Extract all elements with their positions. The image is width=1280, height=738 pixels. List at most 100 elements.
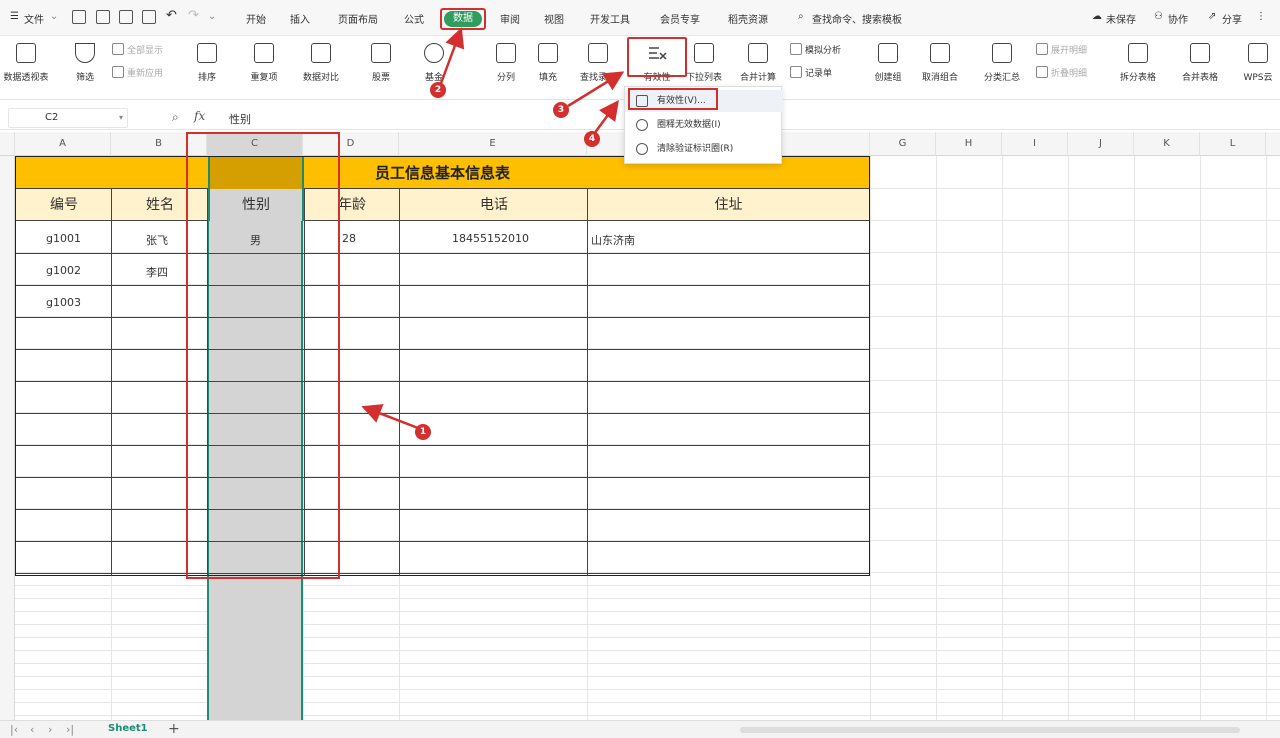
ungroup-button[interactable]: 取消组合 [914,40,966,83]
header-cell-phone[interactable]: 电话 [400,189,588,221]
preview-icon[interactable] [142,10,156,24]
pivot-table-button[interactable]: 数据透视表 [0,40,52,83]
next-sheet-icon[interactable]: › [48,723,52,736]
column-header-g[interactable]: G [870,132,936,156]
print-icon[interactable] [119,10,133,24]
table-cell[interactable]: 李四 [146,264,168,280]
unsaved-status[interactable]: 未保存 [1106,11,1136,26]
tab-member[interactable]: 会员专享 [660,11,700,26]
export-icon[interactable] [96,10,110,24]
undo-icon[interactable]: ↶ [166,8,177,23]
consolidate-button[interactable]: 合并计算 [736,40,780,83]
chevron-down-icon[interactable]: ⌄ [50,11,58,22]
file-menu[interactable]: 文件 [24,11,44,26]
tab-home[interactable]: 开始 [246,11,266,26]
stock-button[interactable]: 股票 [366,40,396,83]
wps-cloud-button[interactable]: WPS云 [1238,40,1278,83]
fx-icon[interactable]: fx [194,109,205,123]
duplicates-button[interactable]: 重复项 [244,40,284,83]
tab-view[interactable]: 视图 [544,11,564,26]
filter-button[interactable]: 筛选 [70,40,100,83]
reapply-button[interactable]: 重新应用 [112,66,163,79]
sheet-tab-sheet1[interactable]: Sheet1 [108,723,148,734]
header-cell-address[interactable]: 住址 [588,189,869,221]
clear-circle-icon [636,143,648,155]
tab-data[interactable]: 数据 [444,11,482,27]
cloud-icon: ☁ [1092,11,1102,22]
prev-sheet-icon[interactable]: ‹ [30,723,34,736]
search-icon[interactable]: ⌕ [798,11,804,22]
record-form-button[interactable]: 记录单 [790,66,832,79]
tab-formulas[interactable]: 公式 [404,11,424,26]
last-sheet-icon[interactable]: ›| [66,723,74,736]
quick-access-chevron-icon[interactable]: ⌄ [208,11,216,22]
step-badge-4: 4 [584,131,600,147]
menu-item-circle-invalid[interactable]: 圈释无效数据(I) [625,114,783,136]
create-group-button[interactable]: 创建组 [868,40,908,83]
table-cell[interactable]: g1002 [46,264,81,277]
table-cell[interactable]: 28 [342,232,356,245]
menu-bar: ☰ 文件 ⌄ ↶ ↷ ⌄ 开始 插入 页面布局 公式 数据 审阅 视图 开发工具… [0,0,1280,36]
expand-detail-button[interactable]: 展开明细 [1036,43,1087,56]
fill-button[interactable]: 填充 [532,40,564,83]
select-all-corner[interactable] [0,132,15,156]
tab-page-layout[interactable]: 页面布局 [338,11,378,26]
table-cell[interactable]: g1003 [46,296,81,309]
simulate-button[interactable]: 模拟分析 [790,43,841,56]
wps-cloud-icon [1248,43,1268,63]
column-header-e[interactable]: E [399,132,587,156]
table-cell[interactable]: g1001 [46,232,81,245]
column-header-i[interactable]: I [1002,132,1068,156]
more-icon[interactable]: ⋮ [1256,11,1266,22]
column-header-j[interactable]: J [1068,132,1134,156]
collapse-detail-button[interactable]: 折叠明细 [1036,66,1087,79]
compare-button[interactable]: 数据对比 [294,40,348,83]
zoom-icon[interactable]: ⌕ [172,110,179,125]
tab-docer[interactable]: 稻壳资源 [728,11,768,26]
horizontal-scrollbar[interactable] [740,727,1240,733]
collab-button[interactable]: 协作 [1168,11,1188,26]
sort-button[interactable]: 排序 [192,40,222,83]
save-icon[interactable] [72,10,86,24]
redo-icon[interactable]: ↷ [188,8,199,23]
step-badge-3: 3 [553,102,569,118]
split-table-button[interactable]: 拆分表格 [1112,40,1164,83]
chevron-down-icon[interactable]: ▾ [119,109,123,127]
add-sheet-button[interactable]: + [168,721,180,737]
filter-icon [75,43,95,63]
first-sheet-icon[interactable]: |‹ [10,723,18,736]
menu-item-clear-circles[interactable]: 清除验证标识圈(R) [625,138,783,160]
split-column-icon [496,43,516,63]
row-header-strip [0,156,15,720]
lookup-entry-icon [588,43,608,63]
hamburger-icon[interactable]: ☰ [10,11,19,22]
tab-developer[interactable]: 开发工具 [590,11,630,26]
column-header-k[interactable]: K [1134,132,1200,156]
header-cell-id[interactable]: 编号 [16,189,112,221]
name-box[interactable]: C2 ▾ [8,108,128,128]
subtotal-button[interactable]: 分类汇总 [976,40,1028,83]
fund-button[interactable]: 基金 [418,40,450,83]
table-cell[interactable]: 山东济南 [591,232,635,248]
share-button[interactable]: 分享 [1222,11,1242,26]
show-all-button[interactable]: 全部显示 [112,43,163,56]
table-cell[interactable]: 张飞 [146,232,168,248]
merge-table-button[interactable]: 合并表格 [1174,40,1226,83]
step-badge-2: 2 [430,82,446,98]
tab-insert[interactable]: 插入 [290,11,310,26]
column-header-h[interactable]: H [936,132,1002,156]
formula-input[interactable]: 性别 [229,111,251,127]
column-header-a[interactable]: A [15,132,111,156]
dropdown-list-button[interactable]: 下拉列表 [682,40,726,83]
command-search[interactable]: 查找命令、搜索模板 [812,11,902,26]
fill-icon [538,43,558,63]
split-column-button[interactable]: 分列 [490,40,522,83]
reapply-icon [112,66,124,78]
create-group-icon [878,43,898,63]
table-cell[interactable]: 18455152010 [452,232,529,245]
share-icon: ⇗ [1208,11,1217,22]
tab-review[interactable]: 审阅 [500,11,520,26]
lookup-entry-button[interactable]: 查找录入 [576,40,620,83]
ungroup-icon [930,43,950,63]
column-header-l[interactable]: L [1200,132,1266,156]
